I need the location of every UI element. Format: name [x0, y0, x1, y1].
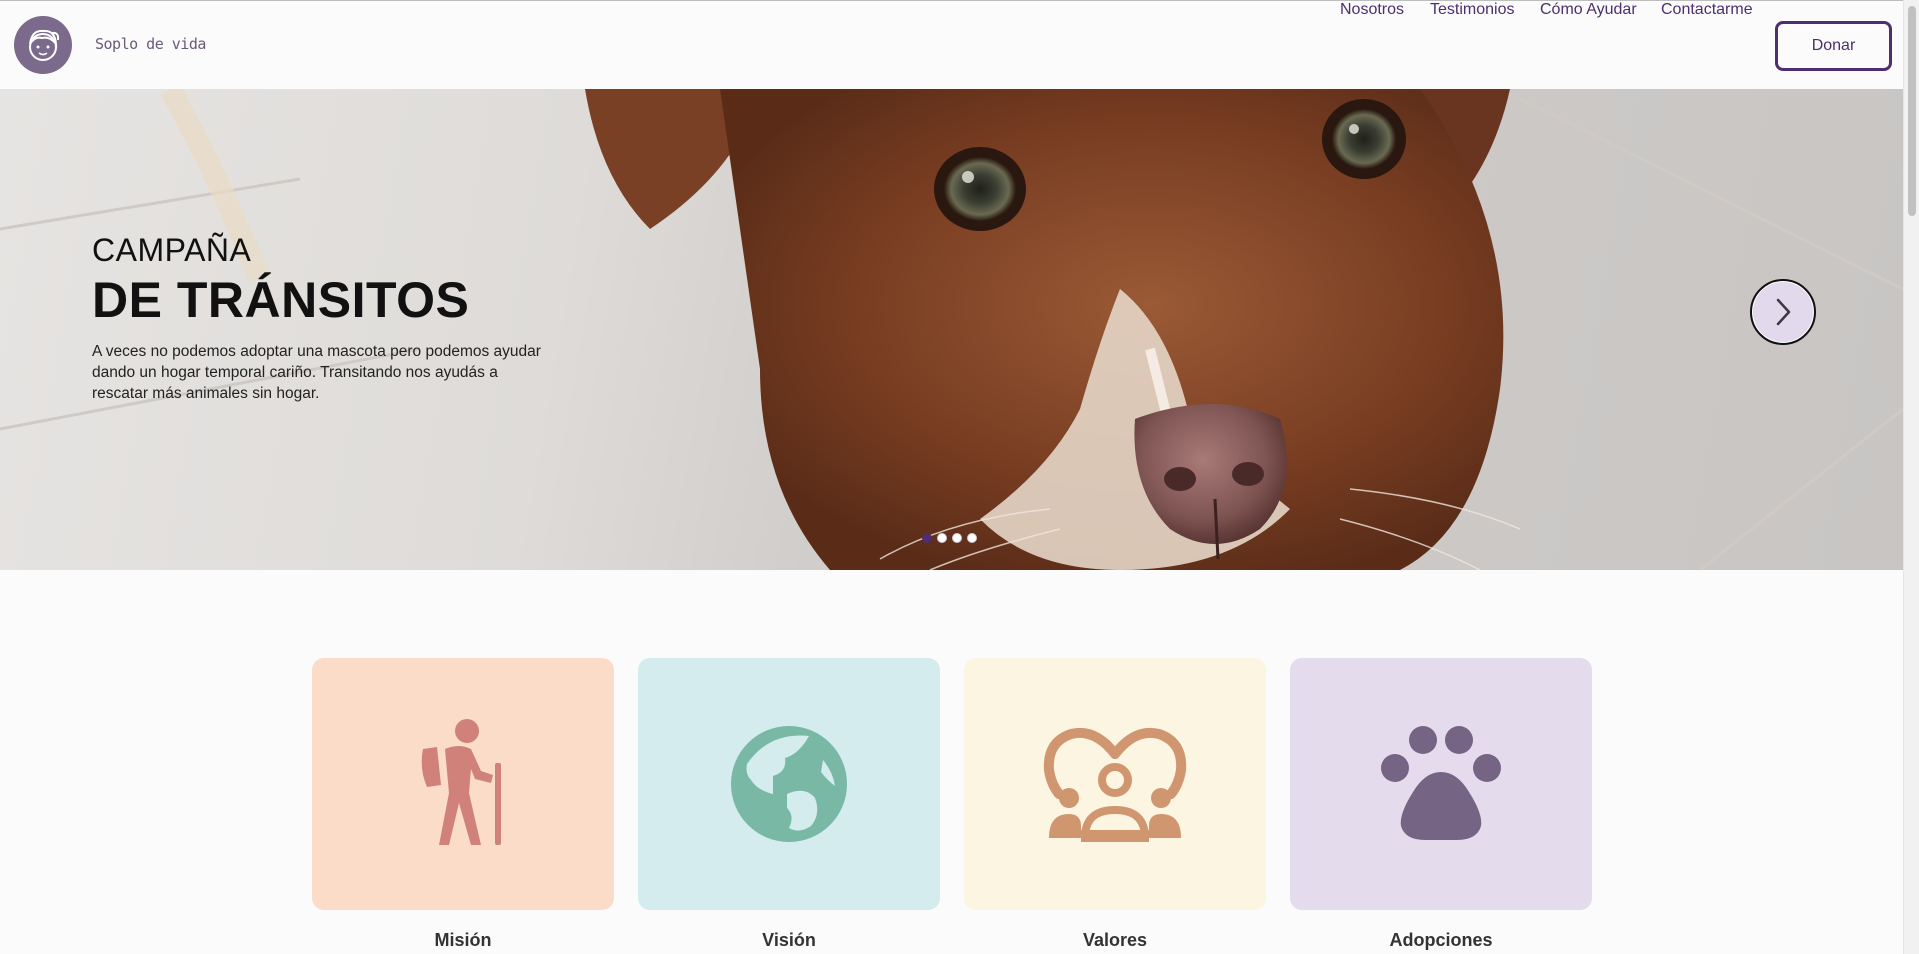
hero-carousel: CAMPAÑA DE TRÁNSITOS A veces no podemos …	[0, 89, 1903, 570]
nav-como-ayudar[interactable]: Cómo Ayudar	[1540, 1, 1637, 19]
brand-name[interactable]: Soplo de vida	[95, 35, 206, 53]
card-label-adopciones: Adopciones	[1389, 930, 1493, 950]
nav-testimonios[interactable]: Testimonios	[1430, 1, 1514, 19]
girl-face-icon	[29, 29, 60, 61]
chevron-right-icon	[1776, 298, 1791, 326]
carousel-indicators	[922, 533, 977, 543]
carousel-dot-1[interactable]	[922, 533, 932, 543]
card-label-valores: Valores	[1082, 930, 1148, 950]
carousel-dot-2[interactable]	[937, 533, 947, 543]
community-heart-icon	[1043, 728, 1187, 842]
site-header: Soplo de vida Nosotros Testimonios Cómo …	[0, 0, 1903, 89]
card-mision[interactable]	[312, 658, 614, 910]
card-valores[interactable]	[964, 658, 1266, 910]
hero-title: DE TRÁNSITOS	[92, 272, 470, 328]
paw-icon	[1381, 726, 1501, 840]
hero-kicker: CAMPAÑA	[92, 232, 252, 268]
page-scrollbar[interactable]	[1903, 0, 1919, 954]
card-label-vision: Visión	[762, 930, 816, 950]
scrollbar-thumb[interactable]	[1908, 6, 1916, 216]
hiker-icon	[421, 719, 501, 845]
card-vision[interactable]	[638, 658, 940, 910]
nav-nosotros[interactable]: Nosotros	[1340, 1, 1404, 19]
card-label-mision: Misión	[434, 930, 492, 950]
hero-content: CAMPAÑA DE TRÁNSITOS A veces no podemos …	[92, 232, 562, 404]
page: Soplo de vida Nosotros Testimonios Cómo …	[0, 0, 1903, 954]
carousel-next-button[interactable]	[1750, 279, 1816, 345]
hero-description: A veces no podemos adoptar una mascota p…	[92, 343, 541, 402]
carousel-dot-4[interactable]	[967, 533, 977, 543]
donate-button[interactable]: Donar	[1775, 21, 1892, 71]
nav-contactarme[interactable]: Contactarme	[1661, 1, 1753, 19]
brand-logo[interactable]	[14, 16, 72, 74]
carousel-dot-3[interactable]	[952, 533, 962, 543]
globe-icon	[731, 726, 847, 842]
card-adopciones[interactable]	[1290, 658, 1592, 910]
